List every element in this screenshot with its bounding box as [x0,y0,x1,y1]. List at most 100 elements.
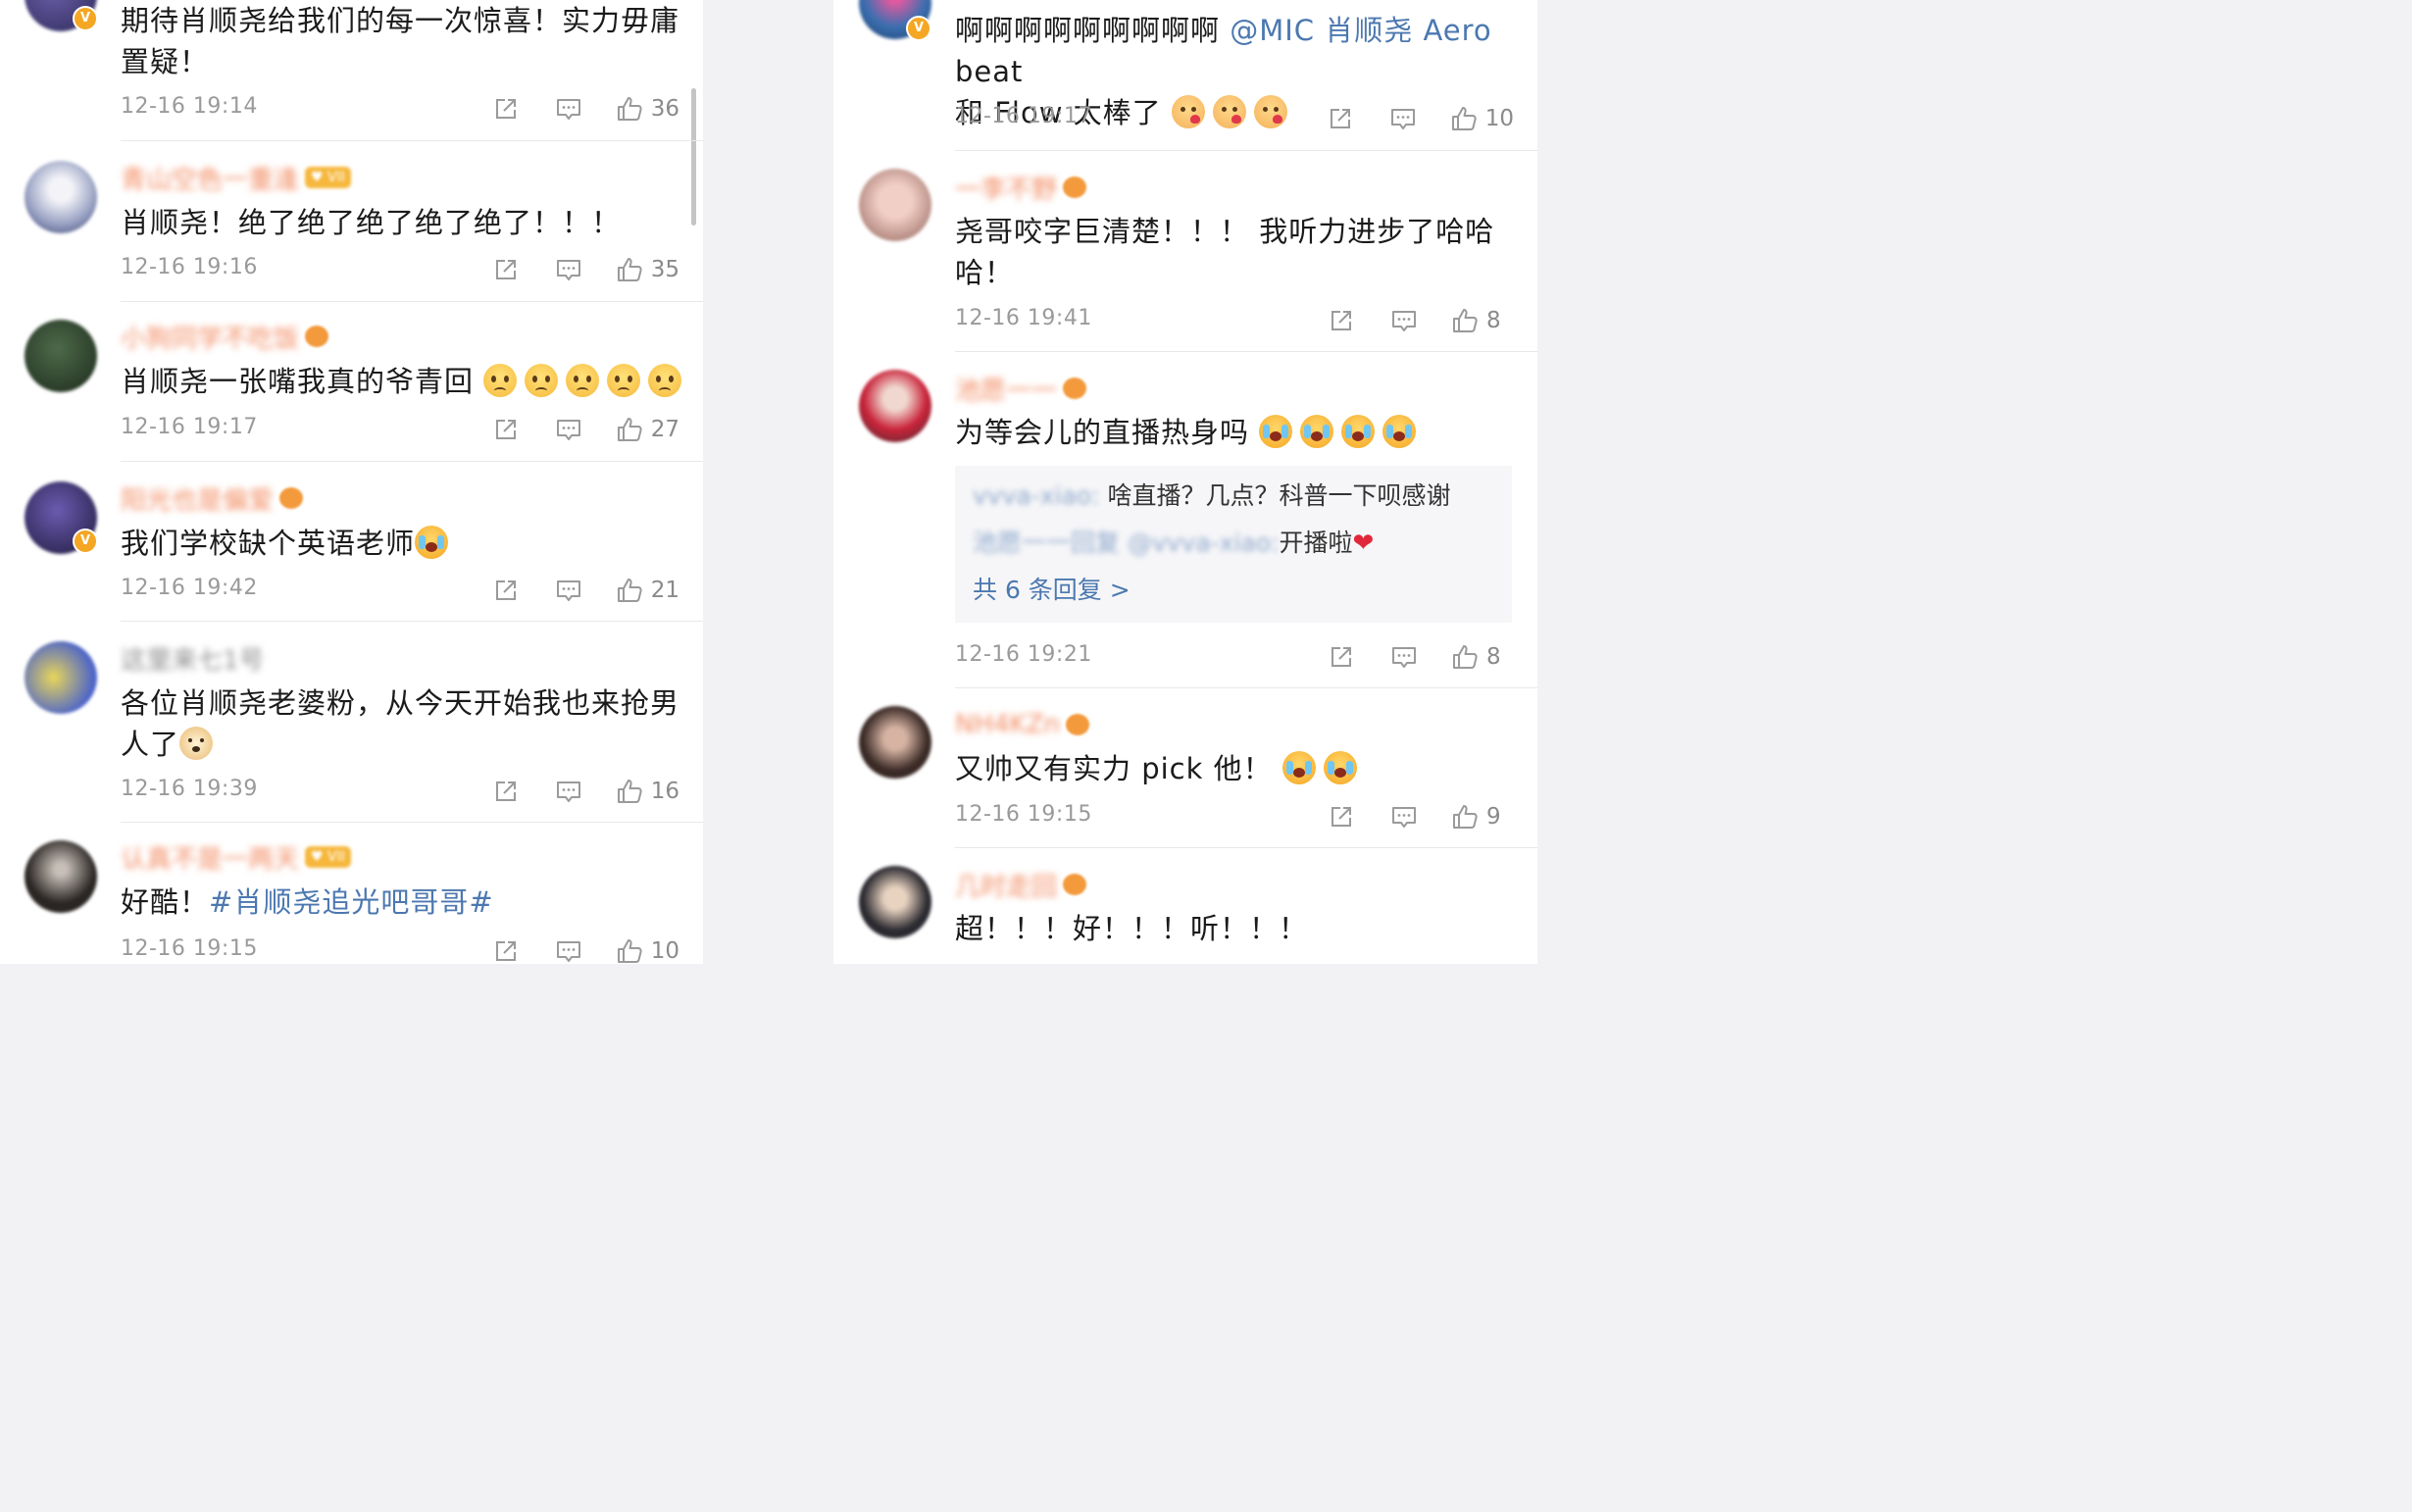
fan-badge-icon [1063,378,1087,399]
username[interactable]: 一李不野 [955,170,1057,206]
red-heart-icon: ❤ [1352,529,1375,558]
comment-text: 为等会儿的直播热身吗 [955,412,1424,453]
crying-emoji-icon [415,526,449,559]
like-button[interactable]: 16 [616,778,679,805]
comment-text-body: 啊啊啊啊啊啊啊啊啊 [955,14,1231,47]
comment-actions: 21 [492,576,679,605]
comment-item: 小狗同学不吃饭 肖顺尧一张嘴我真的爷青回 12-16 19:17 27 [0,302,703,462]
replies-preview[interactable]: vvva-xiao: 啥直播？几点？科普一下呗感谢 池愿一一回复 @vvva-x… [955,466,1512,623]
like-count: 21 [650,578,679,603]
reply-username[interactable]: vvva-xiao: [973,481,1100,510]
avatar[interactable] [859,866,931,938]
comment-actions: 10 [1327,104,1514,133]
thumbs-up-icon [1451,643,1479,671]
thumbs-up-icon [1451,307,1479,334]
like-count: 10 [650,938,679,964]
comment-item: 一李不野 尧哥咬字巨清楚！！！ 我听力进步了哈哈 哈！ 12-16 19:41 … [833,151,1537,352]
comment-item: 这里来七1号 各位肖顺尧老婆粉，从今天开始我也来抢男 人了 12-16 19:3… [0,622,703,823]
username-row: NH4KZn [955,710,1089,739]
comment-item: 池愿一一 为等会儿的直播热身吗 vvva-xiao: 啥直播？几点？科普一下呗感… [833,352,1537,688]
username[interactable]: 阳光也是偏爱 [121,480,274,517]
comment-time: 12-16 19:16 [121,255,258,279]
share-icon[interactable] [492,577,520,604]
avatar[interactable] [25,641,97,714]
thumbs-up-icon [616,256,643,283]
like-button[interactable]: 10 [616,937,679,964]
comment-meta: 12-16 19:21 8 [833,642,1537,672]
comment-actions: 16 [492,777,679,806]
share-icon[interactable] [492,937,520,964]
avatar[interactable] [859,169,931,241]
comment-icon[interactable] [1390,803,1418,831]
like-count: 8 [1486,644,1501,670]
share-icon[interactable] [492,95,520,123]
comment-icon[interactable] [1389,105,1417,132]
like-button[interactable]: 27 [616,416,679,443]
comment-icon[interactable] [1390,643,1418,671]
comment-time: 12-16 19:14 [121,94,258,119]
username[interactable]: 小狗同学不吃饭 [121,319,299,355]
comment-time: 12-16 19:41 [955,306,1092,330]
share-icon[interactable] [1328,307,1355,334]
comment-icon[interactable] [555,256,582,283]
crying-emoji-icon [1382,415,1417,448]
username[interactable]: 青山空色一重逢 [121,160,299,196]
fan-badge-icon [279,487,304,509]
reply-text: 开播啦 [1279,529,1353,557]
username[interactable]: 池愿一一 [955,371,1057,407]
username[interactable]: 认真不是一两天 [121,839,299,876]
comment-text: 超！！！好！！！听！！！ [955,912,1309,945]
like-button[interactable]: 8 [1451,643,1514,671]
doge-emoji-icon [179,727,214,760]
avatar[interactable] [25,840,97,913]
comment-icon[interactable] [555,937,582,964]
share-icon[interactable] [1328,803,1355,831]
more-replies-link[interactable]: 共 6 条回复 > [973,574,1131,607]
comment-icon[interactable] [555,95,582,123]
crying-emoji-icon [1341,415,1376,448]
avatar[interactable] [859,370,931,442]
share-icon[interactable] [1327,105,1354,132]
verified-badge-icon: V [906,16,931,41]
avatar[interactable] [859,706,931,779]
like-count: 8 [1486,308,1501,333]
comment-icon[interactable] [555,416,582,443]
comment-icon[interactable] [555,577,582,604]
hashtag-link[interactable]: #肖顺尧追光吧哥哥# [209,885,494,919]
comment-actions: 8 [1328,642,1514,672]
username[interactable]: 这里来七1号 [121,640,265,677]
username[interactable]: 几时走回 [955,867,1057,903]
left-comment-list: V 期待肖顺尧给我们的每一次惊喜！实力毋庸置疑！ 12-16 19:14 36 … [0,0,703,964]
reply-username[interactable]: 池愿一一回复 @vvva-xiao: [973,529,1279,557]
like-button[interactable]: 21 [616,577,679,604]
username[interactable]: NH4KZn [955,710,1060,739]
like-button[interactable]: 9 [1451,803,1514,831]
like-count: 9 [1486,804,1501,830]
like-button[interactable]: 36 [616,95,679,123]
comment-text-line: 各位肖顺尧老婆粉，从今天开始我也来抢男 [121,686,680,720]
comment-text-body: 我们学校缺个英语老师 [121,527,416,560]
avatar[interactable] [25,161,97,233]
comment-text-body: beat [955,55,1024,88]
comment-meta: 12-16 19:42 21 [0,576,703,605]
comment-icon[interactable] [1390,307,1418,334]
share-icon[interactable] [1328,643,1355,671]
thumbs-up-icon [616,778,643,805]
thumbs-up-icon [616,95,643,123]
sad-emoji-icon [525,364,559,397]
comment-time: 12-16 19:42 [121,576,258,600]
share-icon[interactable] [492,778,520,805]
username-row: 阳光也是偏爱 [121,483,304,516]
username-row: 小狗同学不吃饭 [121,322,329,354]
avatar[interactable] [25,320,97,392]
share-icon[interactable] [492,416,520,443]
comment-icon[interactable] [555,778,582,805]
comment-item: V 期待肖顺尧给我们的每一次惊喜！实力毋庸置疑！ 12-16 19:14 36 [0,0,703,141]
comment-text-body: 肖顺尧一张嘴我真的爷青回 [121,365,475,398]
share-icon[interactable] [492,256,520,283]
like-button[interactable]: 10 [1450,105,1514,132]
like-button[interactable]: 35 [616,256,679,283]
mention-link[interactable]: @MIC 肖顺尧 Aero [1230,14,1491,47]
like-button[interactable]: 8 [1451,307,1514,334]
username-row: 这里来七1号 [121,643,265,676]
